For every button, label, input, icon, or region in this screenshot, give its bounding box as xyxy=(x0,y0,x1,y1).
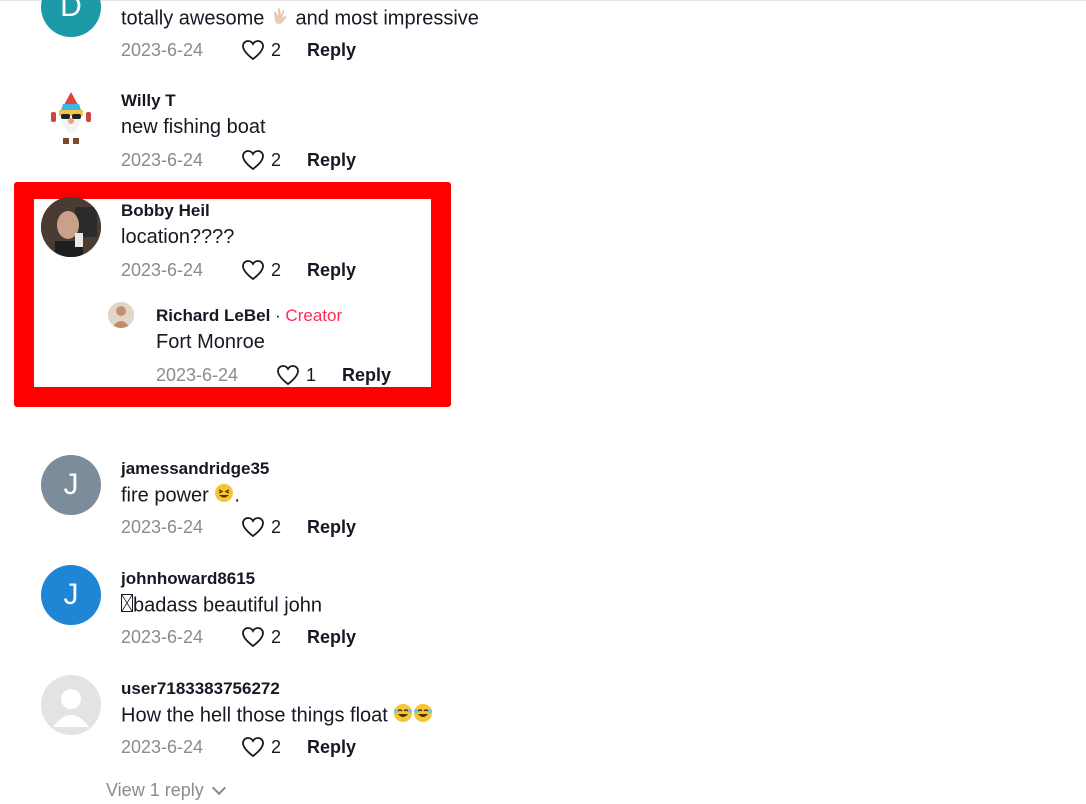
comment-meta: 2023-6-24 2 Reply xyxy=(121,38,356,62)
view-replies-label: View 1 reply xyxy=(106,780,204,800)
chevron-down-icon xyxy=(211,780,226,796)
like-button[interactable]: 2 xyxy=(241,259,307,281)
like-count: 2 xyxy=(271,626,282,647)
avatar-letter: J xyxy=(63,578,79,611)
comment-date: 2023-6-24 xyxy=(121,626,204,647)
comment-text: badass beautiful john xyxy=(121,593,322,619)
reply-username-text: Richard LeBel xyxy=(156,306,271,325)
comment-text-part: fire power xyxy=(121,484,209,507)
heart-icon xyxy=(242,517,264,538)
like-button[interactable]: 2 xyxy=(241,736,307,758)
like-count: 2 xyxy=(271,39,282,60)
like-count: 2 xyxy=(271,149,282,170)
reply-button[interactable]: Reply xyxy=(307,150,356,171)
avatar[interactable] xyxy=(108,302,134,328)
avatar[interactable] xyxy=(41,88,101,148)
avatar[interactable] xyxy=(41,675,101,735)
comment-meta: 2023-6-24 2 Reply xyxy=(121,258,356,282)
heart-icon xyxy=(242,150,264,171)
person-photo-avatar-icon xyxy=(108,302,134,328)
reply-meta: 2023-6-24 1 Reply xyxy=(156,363,391,387)
laughing-emoji-icon xyxy=(413,703,433,729)
comment-meta: 2023-6-24 2 Reply xyxy=(121,515,356,539)
heart-icon xyxy=(242,737,264,758)
like-count: 1 xyxy=(306,364,317,385)
laughing-emoji-icon xyxy=(393,703,413,729)
like-count: 2 xyxy=(271,259,282,280)
reply-button[interactable]: Reply xyxy=(307,517,356,538)
comment-username[interactable]: johnhoward8615 xyxy=(121,569,255,589)
comment-meta: 2023-6-24 2 Reply xyxy=(121,148,356,172)
comment-date: 2023-6-24 xyxy=(121,259,204,280)
reply-button[interactable]: Reply xyxy=(307,40,356,61)
reply-date: 2023-6-24 xyxy=(156,364,239,385)
comment-text-part: totally awesome xyxy=(121,7,265,30)
comment-date: 2023-6-24 xyxy=(121,736,204,757)
view-replies-button[interactable]: View 1 reply xyxy=(106,780,226,801)
like-button[interactable]: 2 xyxy=(241,626,307,648)
comment-date: 2023-6-24 xyxy=(121,39,204,60)
like-button[interactable]: 2 xyxy=(241,149,307,171)
avatar[interactable] xyxy=(41,197,101,257)
reply-button[interactable]: Reply xyxy=(307,260,356,281)
comment-text: location???? xyxy=(121,226,235,248)
gnome-avatar-icon xyxy=(51,92,91,144)
comment-username[interactable]: Bobby Heil xyxy=(121,201,210,221)
heart-icon xyxy=(242,40,264,61)
avatar-letter: D xyxy=(60,0,82,23)
comment-meta: 2023-6-24 2 Reply xyxy=(121,625,356,649)
avatar[interactable]: D xyxy=(41,0,101,37)
comment-text-part: badass beautiful john xyxy=(133,594,323,617)
like-button[interactable]: 2 xyxy=(241,516,307,538)
creator-badge: Creator xyxy=(285,306,343,325)
grinning-squinting-emoji-icon xyxy=(214,483,234,509)
missing-glyph-icon xyxy=(121,593,133,619)
separator: · xyxy=(270,306,286,325)
comment-text-part: How the hell those things float xyxy=(121,704,388,727)
comment-date: 2023-6-24 xyxy=(121,149,204,170)
like-count: 2 xyxy=(271,516,282,537)
reply-button[interactable]: Reply xyxy=(307,737,356,758)
comment-text: How the hell those things float xyxy=(121,703,433,729)
comment-text: fire power . xyxy=(121,483,240,509)
like-button[interactable]: 2 xyxy=(241,39,307,61)
avatar-letter: J xyxy=(63,468,79,501)
avatar[interactable]: J xyxy=(41,565,101,625)
comment-username[interactable]: user7183383756272 xyxy=(121,679,280,699)
reply-text: Fort Monroe xyxy=(156,331,265,353)
comment-text-part: . xyxy=(234,484,240,507)
comment-text: new fishing boat xyxy=(121,116,266,138)
person-photo-avatar-icon xyxy=(41,197,101,257)
comment-text-part: and most impressive xyxy=(295,7,479,30)
comment-username[interactable]: jamessandridge35 xyxy=(121,459,269,479)
top-divider xyxy=(0,0,1086,1)
heart-icon xyxy=(277,365,299,386)
reply-username[interactable]: Richard LeBel · Creator xyxy=(156,306,342,326)
avatar[interactable]: J xyxy=(41,455,101,515)
default-user-avatar-icon xyxy=(53,689,89,727)
like-count: 2 xyxy=(271,736,282,757)
comment-text: totally awesome and most impressive xyxy=(121,6,479,32)
like-button[interactable]: 1 xyxy=(276,364,342,386)
comment-date: 2023-6-24 xyxy=(121,516,204,537)
comment-meta: 2023-6-24 2 Reply xyxy=(121,735,356,759)
comment-username[interactable]: Willy T xyxy=(121,91,176,111)
heart-icon xyxy=(242,260,264,281)
reply-button[interactable]: Reply xyxy=(342,365,391,386)
heart-icon xyxy=(242,627,264,648)
waving-hand-emoji-icon xyxy=(270,6,290,32)
reply-button[interactable]: Reply xyxy=(307,627,356,648)
